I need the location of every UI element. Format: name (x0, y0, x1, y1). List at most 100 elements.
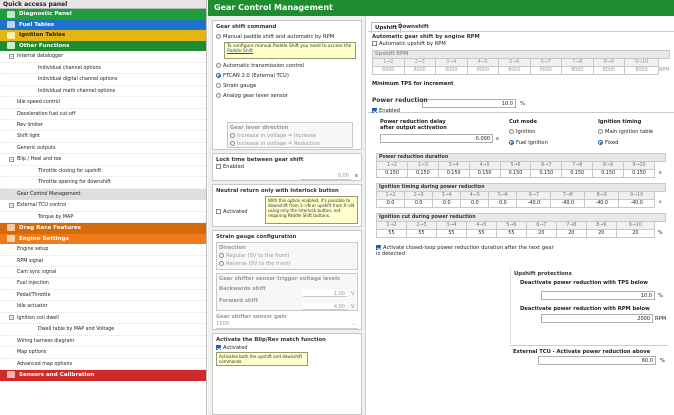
category-diagnostic-panel[interactable]: Diagnostic Panel (0, 9, 206, 20)
option-lever-increase[interactable]: Increase in voltage = Increase (230, 133, 350, 139)
backwards-input[interactable]: 1.00 (303, 290, 347, 297)
table-cell[interactable]: 0.150 (437, 169, 470, 178)
tree-item-ignition-coil[interactable]: − Ignition coil dwell (0, 313, 206, 325)
tree-item-rpm-signal[interactable]: RPM signal (0, 256, 206, 267)
forward-input[interactable]: 4.00 (303, 303, 347, 310)
category-sensors[interactable]: Sensors and Calibration (0, 369, 206, 381)
table-cell[interactable]: 8000 (466, 66, 500, 75)
power-reduction-enabled-checkbox[interactable]: Enabled (372, 108, 670, 114)
tree-item-pedal-throttle[interactable]: Pedal/Throttle (0, 290, 206, 302)
option-analog-lever[interactable]: Analog gear lever sensor (216, 93, 358, 99)
delay-input[interactable]: 0.000 (380, 134, 493, 143)
tree-item-map-options[interactable]: Map options (0, 347, 206, 359)
tree-item-torque-map[interactable]: Torque by MAP (0, 212, 206, 223)
tree-item-gear-control[interactable]: Gear Control Management (0, 188, 206, 201)
tree-item-individual-digital[interactable]: Individual digital channel options (0, 74, 206, 86)
table-cell[interactable]: 0.0 (460, 199, 490, 208)
table-cell[interactable]: 8000 (372, 66, 405, 75)
collapse-icon[interactable]: − (9, 156, 14, 162)
option-timing-fixed[interactable]: Fixed (598, 140, 618, 146)
table-cell[interactable]: 0.150 (561, 169, 594, 178)
tree-item-idle-actuator[interactable]: Idle actuator (0, 301, 206, 313)
tree-item-generic-outputs[interactable]: Generic outputs (0, 143, 206, 155)
table-cell[interactable]: 8000 (624, 66, 659, 75)
table-cell[interactable]: 20 (555, 229, 587, 238)
table-cell[interactable]: 0.0 (488, 199, 518, 208)
table-cell[interactable]: 0.150 (530, 169, 563, 178)
tree-item-individual-channel[interactable]: Individual channel options (0, 63, 206, 75)
table-cell[interactable]: 20 (585, 229, 617, 238)
table-cell[interactable]: 0.150 (468, 169, 501, 178)
table-cell[interactable]: 0.0 (375, 199, 406, 208)
option-reverse[interactable]: Reverse (0V to the front) (219, 261, 355, 267)
tree-item-wiring[interactable]: Wiring harness diagram (0, 336, 206, 348)
table-cell[interactable]: 55 (435, 229, 467, 238)
table-cell[interactable]: 0.150 (376, 169, 408, 178)
blip-activated-checkbox[interactable]: Activated (216, 345, 358, 351)
table-cell[interactable]: 55 (495, 229, 527, 238)
category-fuel-tables[interactable]: Fuel Tables (0, 19, 206, 31)
table-cell[interactable]: -40.0 (584, 199, 620, 208)
paddle-shift-link[interactable]: Paddle Shift (227, 49, 253, 54)
table-cell[interactable]: 0.150 (623, 169, 655, 178)
table-cell[interactable]: 0.150 (499, 169, 532, 178)
tree-item-cam-sync[interactable]: Cam sync signal (0, 267, 206, 279)
table-cell[interactable]: 8000 (403, 66, 437, 75)
option-cut-ignition[interactable]: Ignition (509, 129, 536, 135)
tree-item-shift-light[interactable]: Shift light (0, 131, 206, 143)
gain-select[interactable]: 1500 ⌄ (216, 321, 358, 329)
tree-item-engine-setup[interactable]: Engine setup (0, 244, 206, 256)
category-ignition-tables[interactable]: Ignition Tables (0, 30, 206, 41)
tree-item-throttle-closing[interactable]: Throttle closing for upshift (0, 166, 206, 178)
ext-tcu-input[interactable]: 60.0 (538, 356, 656, 365)
table-cell[interactable]: 55 (465, 229, 497, 238)
rpm-input[interactable]: 2000 (541, 314, 653, 323)
tree-item-dwell-table[interactable]: Dwell table by MAP and Voltage (0, 324, 206, 336)
option-cut-fuel[interactable]: Fuel Ignition (509, 140, 548, 146)
option-timing-main[interactable]: Main ignition table (598, 129, 653, 135)
tree-item-idle-speed[interactable]: Idle speed control (0, 97, 206, 109)
category-other-functions[interactable]: Other Functions (0, 40, 206, 52)
table-cell[interactable]: 0.0 (404, 199, 434, 208)
table-cell[interactable]: -40.0 (516, 199, 552, 208)
table-cell[interactable]: -40.0 (550, 199, 586, 208)
option-lever-reduction[interactable]: Increase in voltage = Reduction (230, 141, 350, 147)
tree-item-blip[interactable]: − Blip / Heel and toe (0, 154, 206, 166)
closed-loop-checkbox[interactable]: Activate closed-loop power reduction dur… (376, 245, 556, 257)
option-strain-gauge[interactable]: Strain gauge (216, 83, 358, 89)
table-cell[interactable]: 55 (405, 229, 437, 238)
category-drag-race[interactable]: Drag Race Features (0, 222, 206, 234)
table-cell[interactable]: 8000 (529, 66, 563, 75)
collapse-icon[interactable]: − (9, 315, 14, 321)
lock-time-input[interactable]: 0.00 (301, 172, 351, 180)
tree-item-rev-limiter[interactable]: Rev limiter (0, 120, 206, 132)
table-cell[interactable]: 20 (525, 229, 557, 238)
table-cell[interactable]: 55 (376, 229, 407, 238)
option-ftcan[interactable]: FTCAN 2.0 (External TCU) (216, 73, 358, 79)
tree-item-fuel-injection[interactable]: Fuel injection (0, 278, 206, 290)
table-cell[interactable]: 8000 (592, 66, 626, 75)
table-cell[interactable]: 8000 (435, 66, 468, 75)
table-cell[interactable]: 20 (615, 229, 656, 238)
tree-item-advanced-map[interactable]: Advanced map options (0, 359, 206, 370)
table-cell[interactable]: 8000 (561, 66, 594, 75)
tree-item-individual-math[interactable]: Individual math channel options (0, 86, 206, 98)
tree-item-internal-datalogger[interactable]: − Internal datalogger (0, 51, 206, 63)
tree-item-decel-cutoff[interactable]: Deceleration fuel cut-off (0, 109, 206, 120)
table-cell[interactable]: -40.0 (618, 199, 655, 208)
table-cell[interactable]: 0.150 (406, 169, 439, 178)
table-cell[interactable]: 0.150 (592, 169, 624, 178)
option-auto-transmission[interactable]: Automatic transmission control (216, 63, 358, 69)
table-cell[interactable]: 0.0 (432, 199, 462, 208)
neutral-activated-checkbox[interactable]: Activated (216, 209, 248, 215)
auto-upshift-checkbox[interactable]: Automatic upshift by RPM (372, 41, 670, 47)
table-cell[interactable]: 8000 (498, 66, 531, 75)
collapse-icon[interactable]: − (9, 53, 14, 59)
tps-input[interactable]: 10.0 (541, 291, 655, 300)
option-manual-paddle[interactable]: Manual paddle shift and automatic by RPM (216, 34, 358, 40)
tree-item-throttle-opening[interactable]: Throttle opening for downshift (0, 177, 206, 189)
category-engine-settings[interactable]: Engine Settings (0, 233, 206, 245)
option-regular[interactable]: Regular (5V to the front) (219, 253, 355, 259)
collapse-icon[interactable]: − (9, 202, 14, 208)
lock-time-enabled-checkbox[interactable]: Enabled (216, 164, 358, 170)
